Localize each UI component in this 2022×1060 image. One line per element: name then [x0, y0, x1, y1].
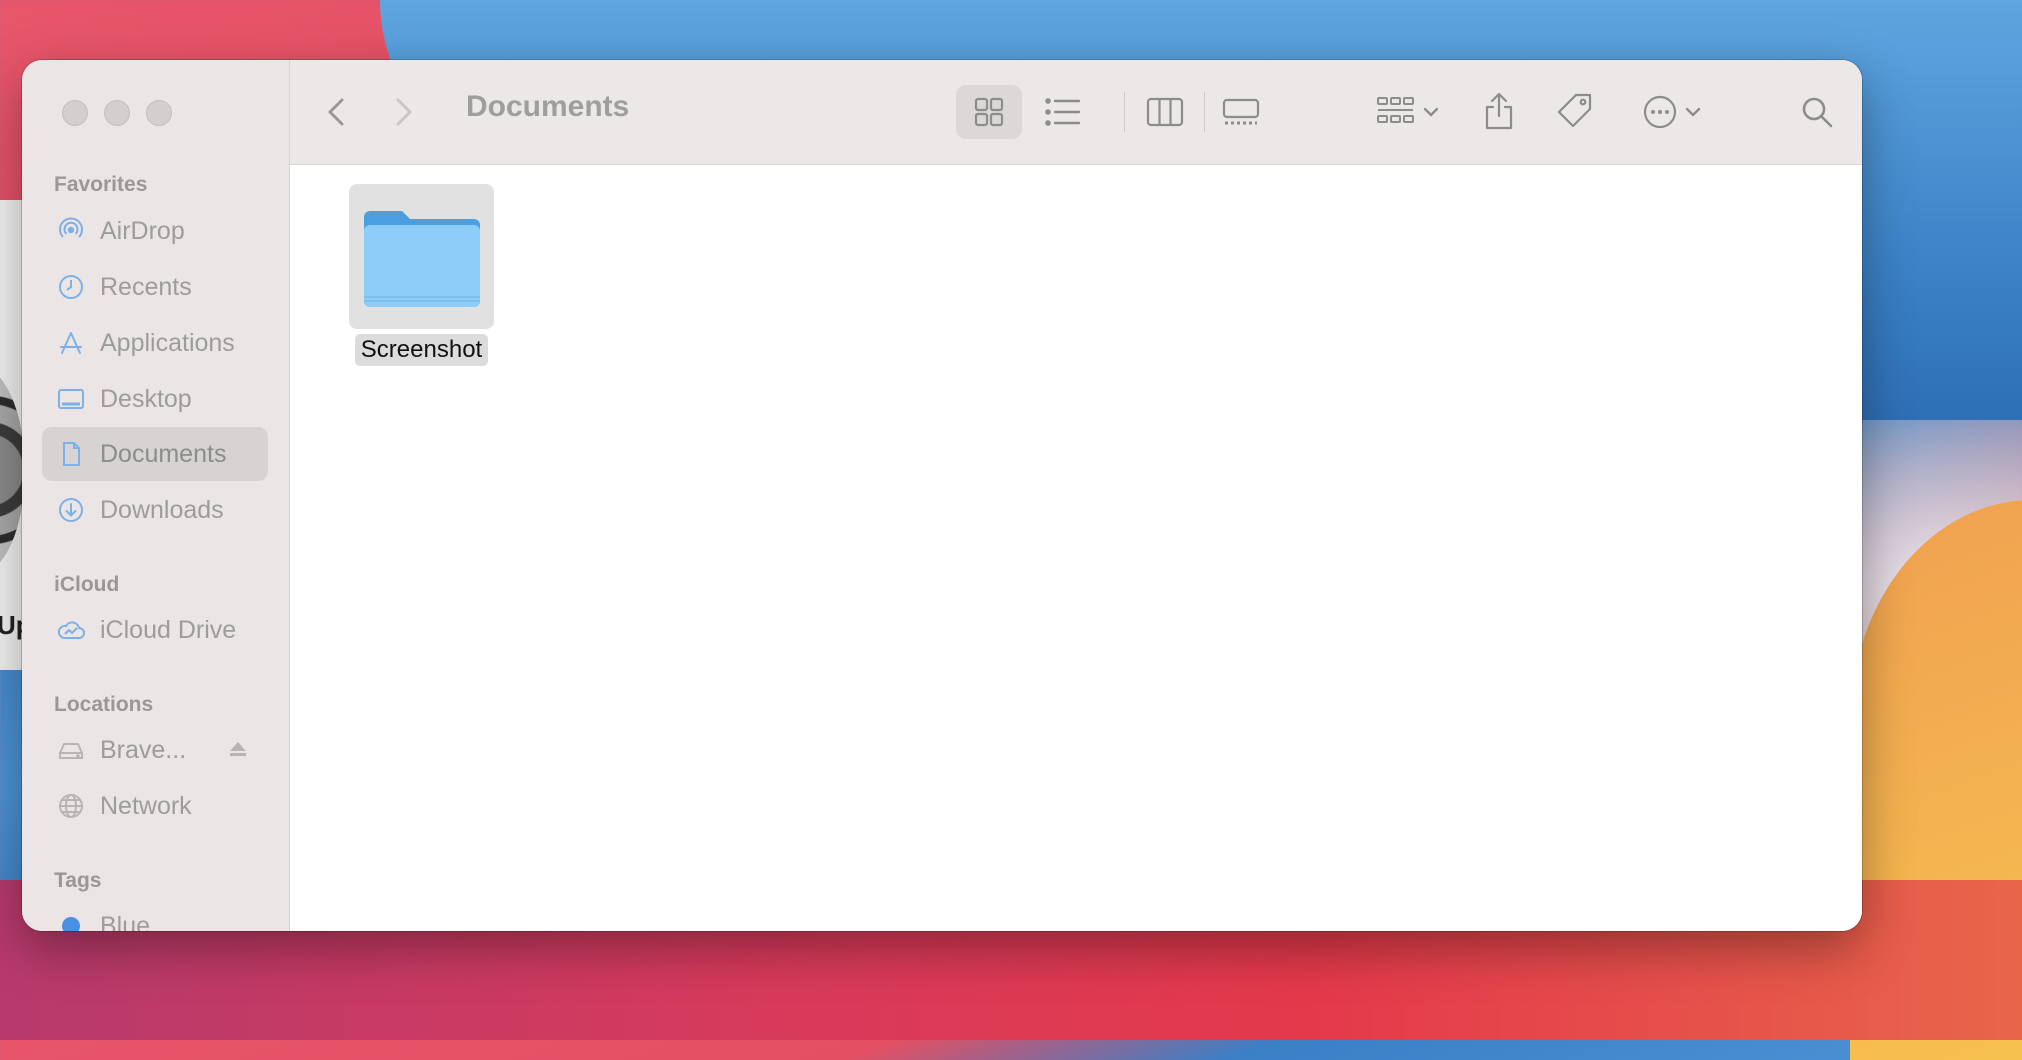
sidebar-item-applications[interactable]: Applications — [42, 316, 268, 370]
sidebar-item-desktop[interactable]: Desktop — [42, 372, 268, 426]
desktop-icon — [56, 384, 86, 414]
folder-icon[interactable] — [349, 184, 494, 329]
sidebar-item-brave-disk[interactable]: Brave... — [42, 723, 268, 777]
sidebar-item-tag-blue[interactable]: Blue — [42, 899, 268, 931]
action-button[interactable] — [1632, 85, 1712, 139]
search-icon — [1802, 97, 1833, 128]
list-view-button[interactable] — [1030, 85, 1096, 139]
toolbar-separator — [1124, 92, 1125, 132]
sidebar-item-label: iCloud Drive — [100, 615, 237, 644]
search-button[interactable] — [1790, 85, 1844, 139]
tag-button[interactable] — [1548, 82, 1602, 140]
grid-view-icon — [974, 97, 1004, 127]
window-title: Documents — [466, 90, 630, 123]
tag-dot-icon — [56, 911, 86, 931]
toolbar: Documents — [290, 60, 1862, 165]
sidebar-item-downloads[interactable]: Downloads — [42, 483, 268, 537]
sidebar-item-label: Recents — [100, 272, 192, 301]
sidebar-item-airdrop[interactable]: AirDrop — [42, 204, 268, 258]
sidebar-item-label: Network — [100, 791, 192, 820]
sidebar-header-locations: Locations — [54, 693, 154, 716]
sidebar-item-label: Blue — [100, 911, 151, 932]
share-button[interactable] — [1472, 82, 1526, 140]
file-item[interactable]: Screenshot — [349, 184, 494, 366]
disk-icon — [56, 735, 86, 765]
gallery-view-icon — [1222, 98, 1260, 125]
sidebar-item-label: Documents — [100, 439, 227, 468]
sidebar-header-favorites: Favorites — [54, 173, 148, 196]
sidebar-item-icloud-drive[interactable]: iCloud Drive — [42, 603, 268, 657]
chevron-down-icon — [1423, 107, 1439, 117]
list-view-icon — [1045, 98, 1081, 126]
icloud-icon — [56, 615, 86, 645]
download-icon — [56, 495, 86, 525]
sidebar-header-tags: Tags — [54, 869, 102, 892]
gallery-view-button[interactable] — [1208, 85, 1274, 139]
column-view-icon — [1146, 97, 1184, 127]
sidebar-item-network[interactable]: Network — [42, 779, 268, 833]
sidebar: Favorites AirDrop Recents Applications D… — [22, 60, 290, 931]
close-button[interactable] — [62, 100, 88, 126]
finder-window[interactable]: Favorites AirDrop Recents Applications D… — [22, 60, 1862, 931]
more-options-icon — [1643, 95, 1677, 129]
sidebar-item-documents[interactable]: Documents — [42, 427, 268, 481]
icon-view-button[interactable] — [956, 85, 1022, 139]
eject-icon[interactable] — [228, 740, 248, 763]
file-browser-content[interactable]: Screenshot — [290, 165, 1862, 931]
minimize-button[interactable] — [104, 100, 130, 126]
sidebar-item-label: Brave... — [100, 735, 187, 764]
chevron-down-icon — [1685, 107, 1701, 117]
globe-icon — [56, 791, 86, 821]
column-view-button[interactable] — [1132, 85, 1198, 139]
sidebar-item-recents[interactable]: Recents — [42, 260, 268, 314]
sidebar-item-label: Applications — [100, 328, 235, 357]
clock-icon — [56, 272, 86, 302]
toolbar-separator — [1204, 92, 1205, 132]
chevron-right-icon — [396, 98, 412, 126]
applications-icon — [56, 328, 86, 358]
group-icon — [1377, 97, 1414, 123]
window-controls — [62, 100, 172, 126]
sidebar-header-icloud: iCloud — [54, 573, 120, 596]
share-icon — [1485, 92, 1513, 130]
airdrop-icon — [56, 216, 86, 246]
sidebar-item-label: AirDrop — [100, 216, 185, 245]
sidebar-item-label: Downloads — [100, 495, 224, 524]
zoom-button[interactable] — [146, 100, 172, 126]
sidebar-item-label: Desktop — [100, 384, 192, 413]
back-button[interactable] — [318, 90, 354, 134]
file-name-label: Screenshot — [354, 334, 489, 366]
forward-button[interactable] — [386, 90, 422, 134]
chevron-left-icon — [328, 98, 344, 126]
group-by-button[interactable] — [1368, 85, 1448, 139]
tag-icon — [1557, 93, 1592, 128]
document-icon — [56, 439, 86, 469]
